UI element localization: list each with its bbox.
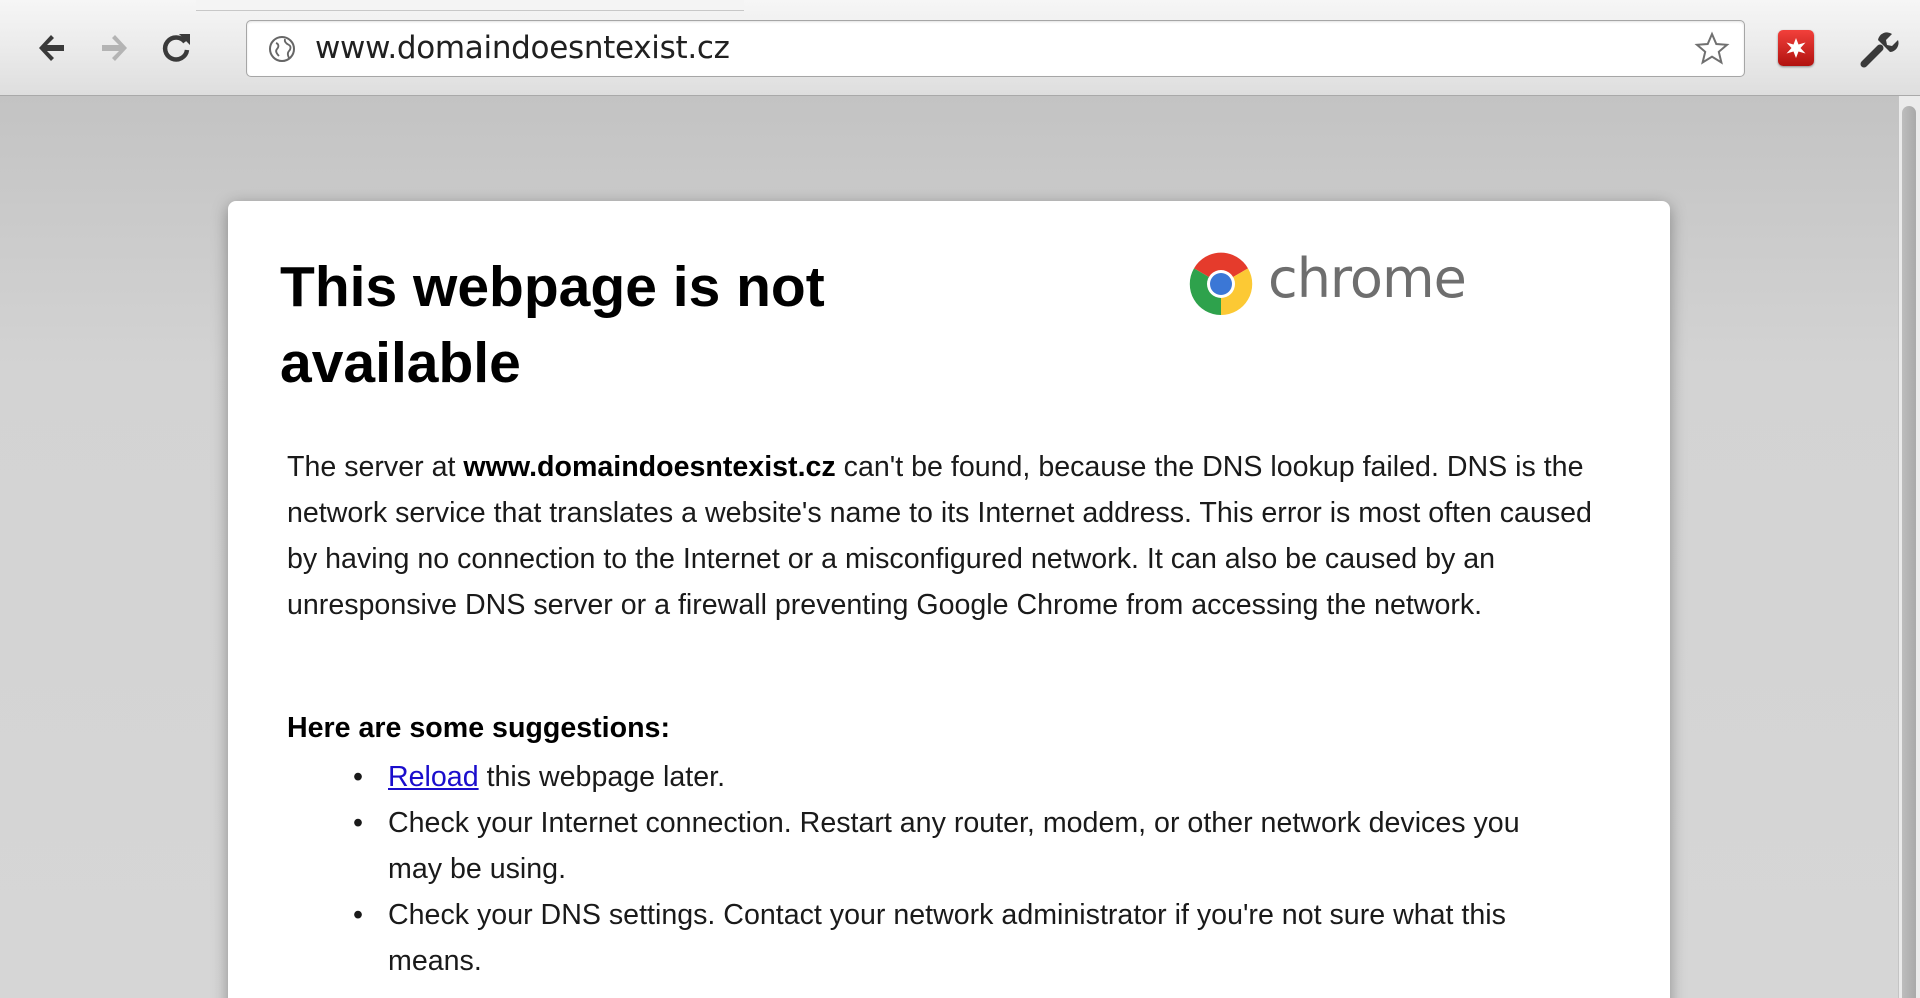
reload-button[interactable]: [154, 26, 198, 70]
vertical-scrollbar[interactable]: [1898, 96, 1920, 998]
chrome-logo: chrome: [1184, 246, 1467, 321]
chrome-wordmark: chrome: [1268, 246, 1467, 310]
bullet-icon: •: [353, 899, 364, 931]
suggestions-list: • Reload this webpage later. • Check you…: [287, 754, 1547, 984]
error-card: This webpage is not available chrome The…: [228, 201, 1670, 998]
suggestions-heading: Here are some suggestions:: [287, 712, 670, 744]
reload-suggestion-text: this webpage later.: [478, 761, 726, 793]
bullet-icon: •: [353, 807, 364, 839]
dns-suggestion-text: Check your DNS settings. Contact your ne…: [388, 899, 1506, 977]
address-bar-url[interactable]: www.domaindoesntexist.cz: [315, 21, 730, 76]
extension-icon: [1786, 38, 1806, 58]
error-title: This webpage is not available: [280, 255, 825, 395]
globe-icon: [269, 36, 295, 62]
forward-arrow-icon: [102, 35, 127, 61]
address-bar[interactable]: www.domaindoesntexist.cz: [246, 20, 1745, 77]
back-arrow-icon: [39, 35, 64, 61]
back-button[interactable]: [30, 26, 74, 70]
connection-suggestion-text: Check your Internet connection. Restart …: [388, 807, 1520, 885]
list-item: • Reload this webpage later.: [287, 754, 1547, 800]
description-prefix: The server at: [287, 451, 464, 483]
wrench-icon: [1860, 32, 1899, 68]
description-host: www.domaindoesntexist.cz: [463, 451, 836, 483]
chrome-logo-icon: [1189, 252, 1253, 316]
star-icon[interactable]: [1694, 31, 1730, 67]
browser-toolbar: www.domaindoesntexist.cz: [0, 0, 1920, 96]
tab-strip-edge: [196, 0, 744, 11]
scrollbar-thumb[interactable]: [1902, 106, 1916, 998]
list-item: • Check your DNS settings. Contact your …: [287, 892, 1547, 984]
wrench-menu-button[interactable]: [1856, 26, 1902, 72]
browser-window: www.domaindoesntexist.cz This webpage is…: [0, 0, 1920, 998]
reload-link[interactable]: Reload: [388, 761, 479, 793]
reload-icon: [162, 34, 190, 62]
forward-button[interactable]: [92, 26, 136, 70]
bullet-icon: •: [353, 761, 364, 793]
error-description: The server at www.domaindoesntexist.cz c…: [287, 444, 1627, 628]
extension-button[interactable]: [1778, 30, 1814, 66]
list-item: • Check your Internet connection. Restar…: [287, 800, 1547, 892]
